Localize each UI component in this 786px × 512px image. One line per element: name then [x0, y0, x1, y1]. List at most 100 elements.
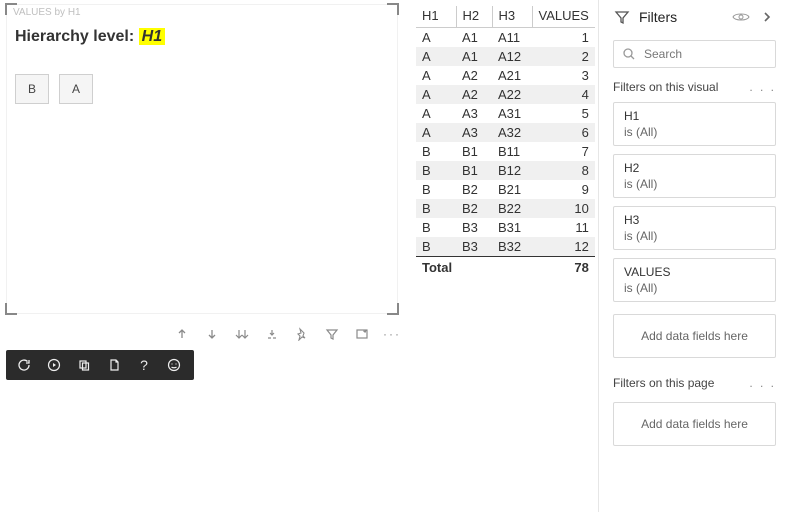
filters-title: Filters	[639, 9, 724, 25]
col-h2[interactable]: H2	[456, 6, 492, 28]
pin-icon[interactable]	[294, 326, 310, 342]
filter-card[interactable]: H3 is (All)	[613, 206, 776, 250]
filter-card[interactable]: H1is (All)	[613, 102, 776, 146]
cell-h3: A11	[492, 28, 532, 48]
cell-value: 9	[532, 180, 595, 199]
filter-field-state: is (All)	[624, 281, 765, 295]
table-row[interactable]: BB3B3111	[416, 218, 595, 237]
cell-h1: B	[416, 161, 456, 180]
drill-up-icon[interactable]	[174, 326, 190, 342]
hierarchy-visual[interactable]: VALUES by H1 Hierarchy level: H1 B A	[6, 4, 398, 314]
filters-page-more-icon[interactable]: . . .	[749, 376, 776, 390]
cell-value: 1	[532, 28, 595, 48]
cell-h3: B12	[492, 161, 532, 180]
cell-h3: A22	[492, 85, 532, 104]
collapse-pane-icon[interactable]	[758, 8, 776, 26]
table-row[interactable]: BB1B128	[416, 161, 595, 180]
total-label: Total	[416, 257, 532, 278]
cell-h1: A	[416, 66, 456, 85]
table-row[interactable]: BB1B117	[416, 142, 595, 161]
cell-h1: A	[416, 47, 456, 66]
col-h3[interactable]: H3	[492, 6, 532, 28]
cell-h1: B	[416, 180, 456, 199]
table-row[interactable]: BB2B2210	[416, 199, 595, 218]
filter-field-name: H3	[624, 213, 765, 227]
filter-pane-icon	[613, 8, 631, 26]
cell-value: 11	[532, 218, 595, 237]
add-fields-visual[interactable]: Add data fields here	[613, 314, 776, 358]
table-row[interactable]: AA1A111	[416, 28, 595, 48]
filters-visual-label-text: Filters on this visual	[613, 80, 718, 94]
cell-h2: B1	[456, 142, 492, 161]
filters-page-label-text: Filters on this page	[613, 376, 714, 390]
table-row[interactable]: AA3A326	[416, 123, 595, 142]
cell-h2: A1	[456, 28, 492, 48]
cell-h3: B31	[492, 218, 532, 237]
refresh-icon[interactable]	[16, 357, 32, 373]
cell-h2: A2	[456, 85, 492, 104]
search-icon	[622, 47, 636, 61]
table-row[interactable]: AA2A213	[416, 66, 595, 85]
cell-h2: B2	[456, 199, 492, 218]
cell-value: 2	[532, 47, 595, 66]
play-icon[interactable]	[46, 357, 62, 373]
table-total-row: Total 78	[416, 257, 595, 278]
cell-value: 3	[532, 66, 595, 85]
col-values[interactable]: VALUES	[532, 6, 595, 28]
resize-handle-tl[interactable]	[5, 3, 17, 15]
cell-h2: A1	[456, 47, 492, 66]
resize-handle-br[interactable]	[387, 303, 399, 315]
add-fields-page[interactable]: Add data fields here	[613, 402, 776, 446]
new-page-icon[interactable]	[106, 357, 122, 373]
cell-h2: A3	[456, 104, 492, 123]
cell-h3: A31	[492, 104, 532, 123]
table-row[interactable]: AA2A224	[416, 85, 595, 104]
cell-value: 10	[532, 199, 595, 218]
filter-field-name: VALUES	[624, 265, 765, 279]
cell-value: 8	[532, 161, 595, 180]
filter-field-state: is (All)	[624, 229, 765, 243]
cell-h3: B22	[492, 199, 532, 218]
hierarchy-value: H1	[139, 28, 165, 45]
visual-title: VALUES by H1	[7, 5, 397, 18]
table-row[interactable]: BB3B3212	[416, 237, 595, 257]
filters-search[interactable]: Search	[613, 40, 776, 68]
total-value: 78	[532, 257, 595, 278]
filters-visual-section-label: Filters on this visual . . .	[613, 80, 776, 94]
cell-h1: B	[416, 237, 456, 257]
copy-icon[interactable]	[76, 357, 92, 373]
more-options-icon[interactable]: ···	[384, 326, 400, 342]
cell-h1: A	[416, 123, 456, 142]
cell-h2: B2	[456, 180, 492, 199]
table-header-row: H1 H2 H3 VALUES	[416, 6, 595, 28]
expand-all-icon[interactable]	[234, 326, 250, 342]
table-row[interactable]: BB2B219	[416, 180, 595, 199]
resize-handle-tr[interactable]	[387, 3, 399, 15]
cell-h1: A	[416, 28, 456, 48]
cell-h3: A21	[492, 66, 532, 85]
table-row[interactable]: AA1A122	[416, 47, 595, 66]
emoji-icon[interactable]	[166, 357, 182, 373]
hierarchy-button-b[interactable]: B	[15, 74, 49, 104]
visibility-icon[interactable]	[732, 8, 750, 26]
drill-down-icon[interactable]	[204, 326, 220, 342]
cell-h2: A3	[456, 123, 492, 142]
cell-value: 12	[532, 237, 595, 257]
hierarchy-button-a[interactable]: A	[59, 74, 93, 104]
cell-h1: A	[416, 85, 456, 104]
filter-card[interactable]: VALUES is (All)	[613, 258, 776, 302]
help-icon[interactable]: ?	[136, 357, 152, 373]
resize-handle-bl[interactable]	[5, 303, 17, 315]
table-row[interactable]: AA3A315	[416, 104, 595, 123]
filter-card[interactable]: H2is (All)	[613, 154, 776, 198]
hierarchy-label-text: Hierarchy level:	[15, 28, 134, 45]
filter-field-name: H1	[624, 109, 765, 123]
cell-value: 6	[532, 123, 595, 142]
col-h1[interactable]: H1	[416, 6, 456, 28]
filter-icon[interactable]	[324, 326, 340, 342]
cell-h1: B	[416, 142, 456, 161]
action-bar: ?	[6, 350, 194, 380]
expand-next-icon[interactable]	[264, 326, 280, 342]
filters-visual-more-icon[interactable]: . . .	[749, 80, 776, 94]
focus-mode-icon[interactable]	[354, 326, 370, 342]
